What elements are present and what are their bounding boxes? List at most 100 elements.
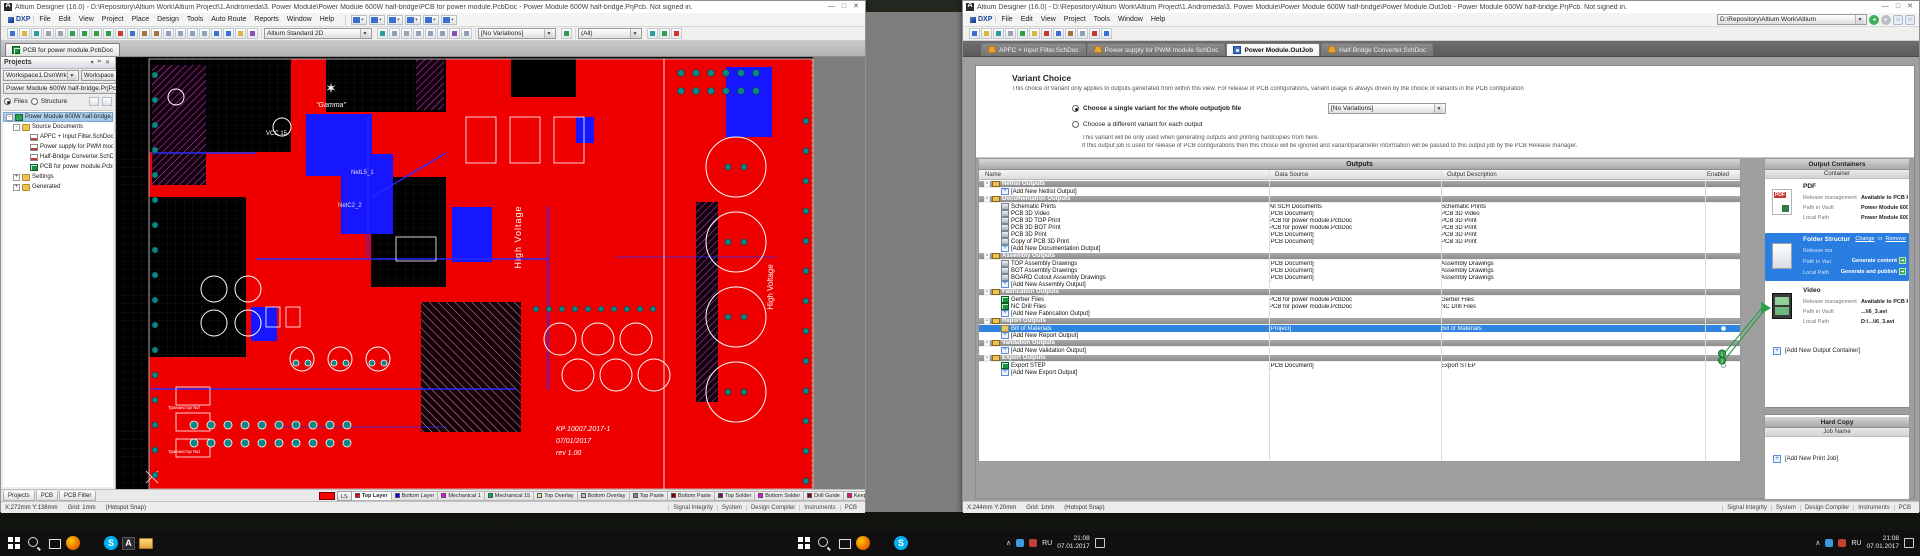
dimension-tool[interactable] [405, 14, 422, 25]
output-row-board-cutout-assembly-drawings[interactable]: BOARD Cutout Assembly Drawings [PCB Docum… [979, 274, 1740, 281]
output-enabled-cell[interactable] [1705, 326, 1742, 331]
menu-design[interactable]: Design [153, 15, 183, 24]
layer-tab-mechanical-15[interactable]: Mechanical 15 [484, 490, 535, 501]
dxp-menu[interactable]: DXP [5, 16, 35, 23]
tray-app-icon[interactable] [1016, 539, 1025, 547]
tree-item-apfc-input-filter-schdoc[interactable]: APFC + Input Filter.SchDoc [3, 132, 113, 142]
status-panel-signal-integrity[interactable]: Signal Integrity [1722, 504, 1771, 511]
taskbar-clock[interactable]: 21:08 07.01.2017 [1866, 535, 1899, 551]
output-row-export-step[interactable]: Export STEP [PCB Document] Export STEP [979, 362, 1740, 369]
select-area-icon[interactable] [163, 28, 174, 39]
maximize-button[interactable]: □ [842, 2, 846, 12]
tray-app-icon[interactable] [1838, 539, 1847, 547]
pcb-canvas[interactable]: ✶ "Gamma" VCC 15 NetL5_1 NetC2_2 High Vo… [116, 57, 865, 489]
browse-library-icon[interactable] [247, 28, 258, 39]
copy-icon[interactable] [1053, 28, 1064, 39]
remove-link[interactable]: Remove [1886, 236, 1906, 242]
grid-tool[interactable] [441, 14, 458, 25]
menu-tools[interactable]: Tools [1090, 15, 1114, 24]
status-panel-system[interactable]: System [716, 504, 746, 511]
place-arc-icon[interactable] [425, 28, 436, 39]
maximize-button[interactable]: □ [1896, 2, 1900, 12]
menu-auto-route[interactable]: Auto Route [207, 15, 250, 24]
layer-set-button[interactable]: LS [337, 490, 352, 501]
notification-center-icon[interactable] [1094, 538, 1105, 548]
print-icon[interactable] [43, 28, 54, 39]
output-row-add-new-netlist-output[interactable]: + [Add New Netlist Output] [979, 188, 1740, 195]
folder-structure-container[interactable]: Folder Structur Change or Remove Release… [1765, 233, 1909, 281]
menu-help[interactable]: Help [316, 15, 338, 24]
zoom-document-icon[interactable] [103, 28, 114, 39]
skype-icon[interactable]: S [894, 536, 908, 550]
pdf-container[interactable]: PDF Release management Available to PCB R… [1765, 183, 1909, 229]
tree-item-pcb-for-power-module-pcbdoc[interactable]: PCB for power module.PcbDoc [3, 162, 113, 172]
column-header-name[interactable]: Name [985, 170, 1001, 180]
files-radio[interactable] [4, 98, 11, 105]
search-icon[interactable] [816, 535, 832, 551]
output-row-bill-of-materials[interactable]: Bill of Materials [Project] Bill of Materi… [979, 325, 1740, 332]
single-variant-radio[interactable] [1072, 105, 1079, 112]
output-row-pcb-3d-top-print[interactable]: PCB 3D TOP Print PCB for power module.Pcb… [979, 217, 1740, 224]
variant-combo[interactable]: [No Variations] ▼ [478, 28, 556, 39]
layer-tab-top-solder[interactable]: Top Solder [715, 490, 756, 501]
menu-help[interactable]: Help [1147, 15, 1169, 24]
column-divider[interactable] [1269, 170, 1270, 460]
menu-project[interactable]: Project [98, 15, 128, 24]
collapse-icon[interactable]: - [984, 253, 990, 259]
tree-item-generated[interactable]: + Generated [3, 182, 113, 192]
collapse-icon[interactable]: - [984, 181, 990, 187]
output-enabled-cell[interactable] [1705, 363, 1742, 368]
copy-icon[interactable] [127, 28, 138, 39]
menu-window[interactable]: Window [283, 15, 316, 24]
status-panel-pcb[interactable]: PCB [1893, 504, 1915, 511]
move-selection-icon[interactable] [175, 28, 186, 39]
tray-chevron-icon[interactable]: ∧ [1006, 539, 1011, 547]
undo-icon[interactable] [211, 28, 222, 39]
layer-tab-bottom-layer[interactable]: Bottom Layer [391, 490, 439, 501]
collapse-icon[interactable]: - [984, 196, 990, 202]
tree-item-power-supply-for-pwm-module-sch[interactable]: Power supply for PWM module.Sch [3, 142, 113, 152]
status-panel-design-compiler[interactable]: Design Compiler [745, 504, 799, 511]
layer-tab-drill-guide[interactable]: Drill Guide [804, 490, 844, 501]
taskbar-clock[interactable]: 21:08 07.01.2017 [1057, 535, 1090, 551]
skype-icon[interactable]: S [104, 536, 118, 550]
tab-half-bridge-converter-schdoc[interactable]: Half-Bridge Converter.SchDoc [1321, 43, 1434, 56]
add-print-job-button[interactable]: + [Add New Print Job] [1773, 455, 1838, 463]
zoom-area-icon[interactable] [91, 28, 102, 39]
vault-path-combo[interactable]: D:\Repository\Altium Work\Altium ▼ [1717, 14, 1867, 25]
output-row-add-new-assembly-output[interactable]: + [Add New Assembly Output] [979, 281, 1740, 288]
tree-item-half-bridge-converter-schdoc[interactable]: Half-Bridge Converter.SchDoc [3, 152, 113, 162]
print-preview-icon[interactable] [55, 28, 66, 39]
cross-probe-icon[interactable] [235, 28, 246, 39]
place-fill-icon[interactable] [437, 28, 448, 39]
outjob-variant-combo[interactable]: [No Variations] ▼ [1328, 103, 1446, 114]
minimize-button[interactable]: — [1882, 2, 1889, 12]
output-row-add-new-export-output[interactable]: + [Add New Export Output] [979, 369, 1740, 376]
notification-center-icon[interactable] [1904, 538, 1914, 548]
room-tool[interactable] [423, 14, 440, 25]
app-red-icon[interactable] [874, 535, 890, 551]
collapse-icon[interactable]: - [984, 318, 990, 324]
output-row-add-new-report-output[interactable]: + [Add New Report Output] [979, 332, 1740, 339]
menu-project[interactable]: Project [1060, 15, 1090, 24]
start-icon[interactable] [6, 535, 22, 551]
language-indicator[interactable]: RU [1851, 540, 1861, 547]
firefox-icon[interactable] [66, 536, 80, 550]
explorer-icon[interactable] [139, 537, 153, 549]
firefox-icon[interactable] [856, 536, 870, 550]
collapse-icon[interactable]: - [984, 340, 990, 346]
output-row-bot-assembly-drawings[interactable]: BOT Assembly Drawings [PCB Document] Assem… [979, 267, 1740, 274]
place-component-icon[interactable] [461, 28, 472, 39]
layer-tab-top-layer[interactable]: Top Layer [351, 490, 392, 501]
panel-tab-pcb-filter[interactable]: PCB Filter [59, 490, 97, 501]
menu-edit[interactable]: Edit [55, 15, 75, 24]
output-group-netlist-outputs[interactable]: - Netlist Outputs [979, 180, 1740, 188]
tab-pcb-for-power-module[interactable]: PCB for power module.PcbDoc [5, 43, 120, 56]
zoom-out-icon[interactable] [79, 28, 90, 39]
column-divider[interactable] [1705, 170, 1706, 460]
generate-content-button[interactable]: Generate content ➜ [1852, 257, 1906, 264]
offset-selection-icon[interactable] [187, 28, 198, 39]
output-row-copy-of-pcb-3d-print[interactable]: Copy of PCB 3D Print [PCB Document] PCB 3D… [979, 238, 1740, 245]
dxp-menu[interactable]: DXP [967, 16, 997, 23]
home-nav-icon[interactable]: ⌂ [1893, 14, 1903, 25]
